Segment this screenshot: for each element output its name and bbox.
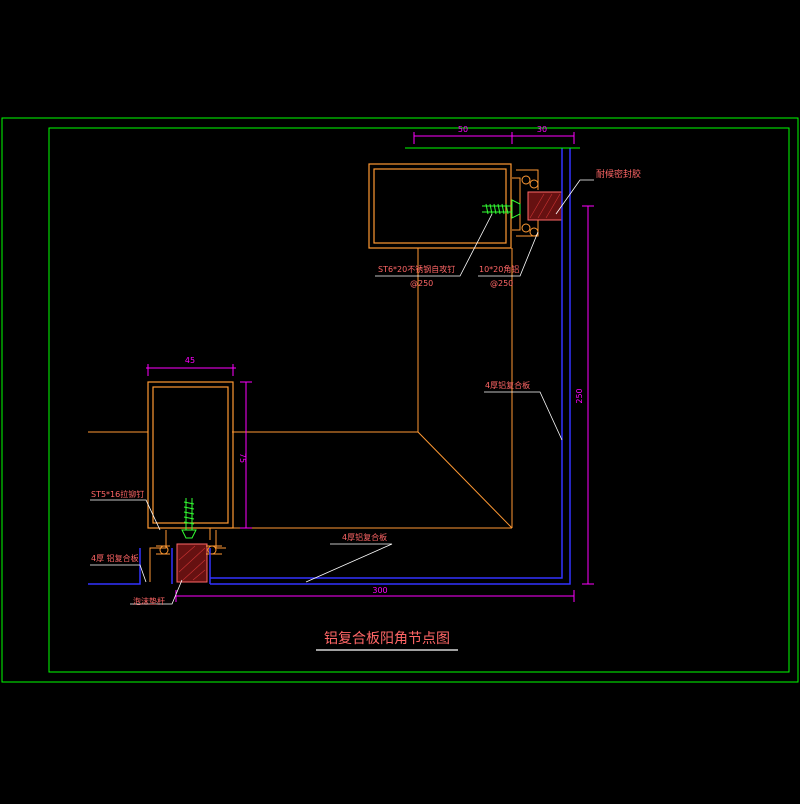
label-angle-code: 10*20角铝 xyxy=(479,264,519,274)
left-sealant-block xyxy=(176,543,208,583)
label-screw-top: ST6*20不锈钢自攻钉 xyxy=(378,264,455,274)
dim-right-height: 250 xyxy=(575,388,584,403)
drawing-canvas: 50 30 45 75 250 300 耐候密封胶 ST6*20不锈钢自攻钉 @… xyxy=(0,0,800,800)
label-foam-rod: 泡沫垫杆 xyxy=(133,596,165,606)
dimension-lines xyxy=(146,132,594,602)
dim-top-b: 30 xyxy=(537,125,547,134)
label-screw-left: ST5*16拉铆钉 xyxy=(91,489,144,499)
drawing-title: 铝复合板阳角节点图 xyxy=(324,630,450,647)
inner-frame xyxy=(48,127,790,673)
label-panel-right: 4厚铝复合板 xyxy=(485,380,530,390)
dim-left-height: 75 xyxy=(238,453,247,463)
label-screw-top-spacing: @250 xyxy=(410,279,433,288)
dim-left-width: 45 xyxy=(185,356,195,365)
label-angle-spacing: @250 xyxy=(490,279,513,288)
composite-panel-right xyxy=(210,148,571,585)
label-panel-bottom: 4厚铝复合板 xyxy=(342,532,387,542)
label-sealant: 耐候密封胶 xyxy=(596,168,641,180)
dim-bottom-width: 300 xyxy=(372,586,387,595)
top-screw-icon xyxy=(482,199,521,219)
dim-top-a: 50 xyxy=(458,125,468,134)
steel-frame-lines xyxy=(88,248,513,529)
outer-frame xyxy=(1,117,799,683)
left-screw-icon xyxy=(181,498,197,539)
left-steel-tube xyxy=(147,381,234,529)
label-panel-left: 4厚 铝复合板 xyxy=(91,553,139,563)
